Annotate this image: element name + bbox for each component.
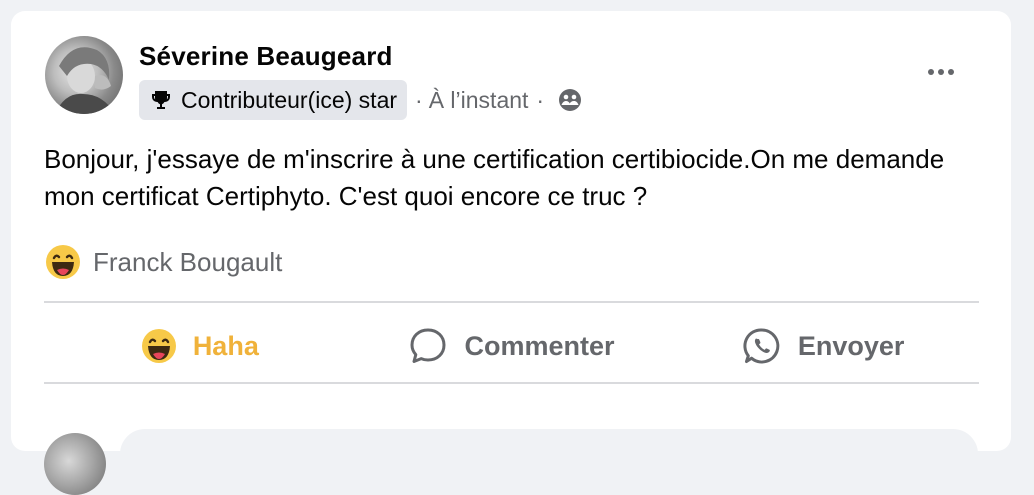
divider [44, 382, 979, 384]
contributor-badge[interactable]: Contributeur(ice) star [139, 80, 408, 120]
trophy-icon [152, 91, 170, 109]
current-user-avatar[interactable] [44, 433, 106, 495]
badge-label: Contributeur(ice) star [181, 86, 398, 113]
haha-reaction-button[interactable]: Haha [44, 316, 356, 376]
more-dot [948, 69, 954, 75]
post-text: Bonjour, j'essaye de m'inscrire à une ce… [44, 144, 945, 211]
haha-label: Haha [192, 330, 259, 361]
haha-emoji-icon [141, 329, 176, 363]
whatsapp-icon [743, 328, 780, 364]
meta-separator: · [536, 86, 545, 113]
haha-emoji-icon [46, 245, 80, 279]
action-bar: Haha Commenter Envoyer [44, 316, 979, 376]
comment-button[interactable]: Commenter [356, 316, 668, 376]
post-timestamp[interactable]: À l’instant [429, 87, 529, 114]
meta-separator: · [415, 86, 423, 113]
comment-label: Commenter [464, 330, 615, 361]
more-options-button[interactable] [916, 55, 966, 89]
reactions-summary[interactable]: Franck Bougault [45, 242, 282, 282]
comment-bubble-icon [410, 328, 446, 363]
reactors-names: Franck Bougault [93, 246, 283, 277]
divider [44, 301, 979, 303]
author-name[interactable]: Séverine Beaugeard [139, 41, 393, 72]
post-meta: Contributeur(ice) star · À l’instant · [139, 80, 582, 120]
friends-icon[interactable] [558, 88, 582, 112]
post-card: Séverine Beaugeard Contributeur(ice) sta… [11, 11, 1011, 495]
send-button[interactable]: Envoyer [667, 316, 979, 376]
more-dot [928, 69, 934, 75]
author-avatar[interactable] [45, 36, 123, 114]
send-label: Envoyer [797, 330, 905, 361]
more-dot [938, 69, 944, 75]
comment-input[interactable] [120, 429, 978, 479]
